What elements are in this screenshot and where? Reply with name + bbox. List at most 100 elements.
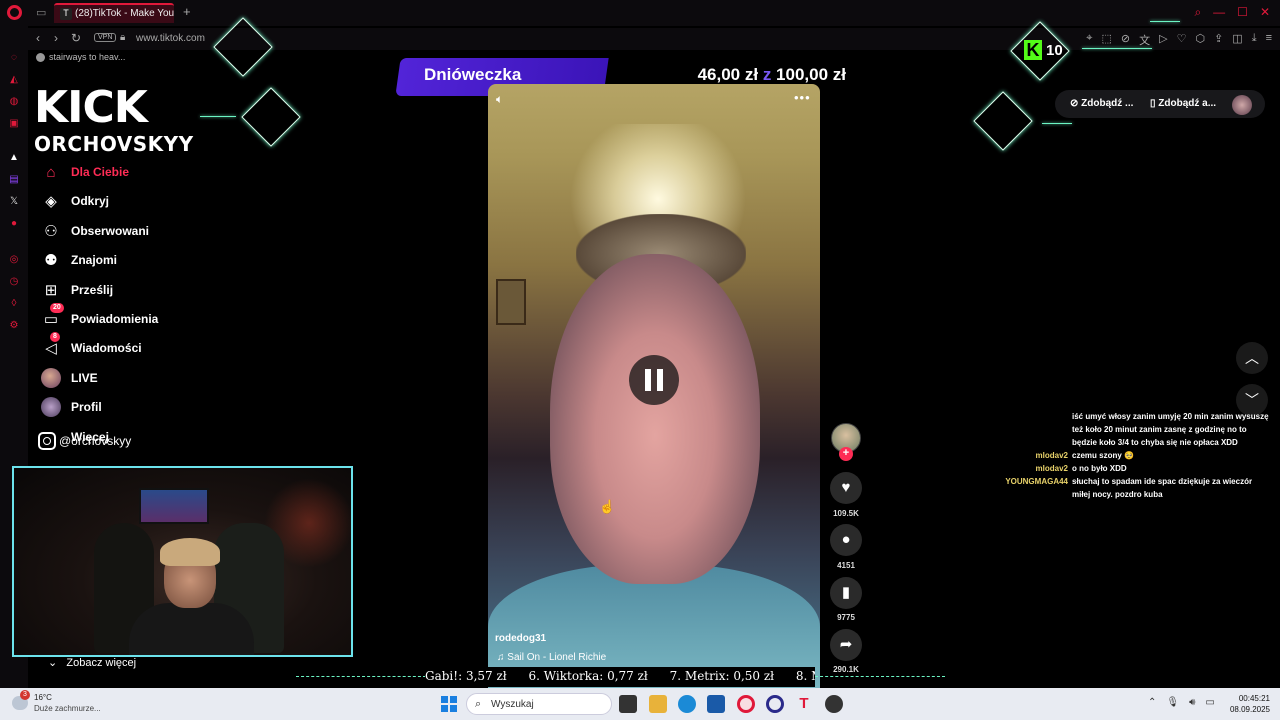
chat-text: czemu szony 🥺 [1072,451,1134,460]
extensions-icon[interactable]: ⬡ [1195,32,1205,48]
wallet-icon[interactable]: ◫ [1232,32,1242,48]
share-icon[interactable]: ⇪ [1214,32,1223,48]
edge-icon[interactable] [678,695,696,713]
more-options-icon[interactable]: ••• [794,90,811,105]
x-icon[interactable]: 𝕏 [8,196,20,208]
nav-upload[interactable]: ⊞ Prześlij [40,278,113,302]
microphone-icon[interactable]: 🎙︎ [1166,697,1179,708]
notifications-icon: ▭ 20 [40,303,64,330]
bookmark-icon: ▮ [841,584,851,601]
maximize-icon[interactable]: ☐ [1237,5,1248,20]
tab-tiktok[interactable]: T(28)TikTok - Make Your D [54,3,174,23]
overlay-glow-line [1082,48,1152,49]
taskbar-search[interactable]: ⌕ Wyszukaj [466,693,612,715]
kick-follower-badge: K 10 [1016,28,1074,76]
store-icon[interactable] [707,695,725,713]
search-icon: ⌕ [475,698,482,710]
friends-icon: ⚉ [44,252,58,269]
nav-notifications[interactable]: ▭ 20 Powiadomienia [40,303,158,331]
minimize-icon[interactable]: — [1213,5,1225,20]
task-view-icon[interactable] [619,695,637,713]
user-avatar[interactable] [1232,95,1252,115]
taskbar-clock[interactable]: 00:45:21 08.09.2025 [1228,693,1270,715]
pinboard-icon[interactable]: ◊ [8,298,20,310]
nav-profile[interactable]: Profil [40,395,102,419]
twitch-icon[interactable]: ▤ [8,174,20,186]
live-avatar-icon [40,367,62,389]
bag-icon[interactable]: ◭ [8,74,20,86]
nav-for-you[interactable]: ⌂ Dla Ciebie [40,160,129,184]
like-button[interactable]: ♥ [830,472,862,504]
nav-live[interactable]: LIVE [40,366,98,390]
download-icon[interactable]: ⤓ [1252,32,1257,48]
battery-icon[interactable]: ▭ [1205,697,1214,708]
music-icon[interactable]: ● [8,218,20,230]
new-tab-icon[interactable]: + [183,4,191,19]
share-button[interactable]: ➦ [830,629,862,661]
nav-following[interactable]: ⚇ Obserwowani [40,219,149,243]
search-placeholder: Wyszukaj [491,699,534,710]
history-icon[interactable]: ◷ [8,276,20,288]
play-icon[interactable]: ▷ [1159,32,1167,48]
settings-icon[interactable]: ⚙ [8,320,20,332]
chat-message: mlodav2 czemu szony 🥺 [1000,449,1270,462]
goal-current: 46,00 zł [697,65,759,84]
reload-icon[interactable]: ↻ [71,31,81,45]
close-icon[interactable]: ✕ [1260,5,1270,20]
pin-icon[interactable]: ⌖ [1086,32,1092,48]
lock-icon[interactable]: 🔒︎ [120,32,125,43]
pause-button[interactable] [629,355,679,405]
volume-tray-icon[interactable]: 🔊︎ [1189,697,1195,708]
monitor [139,488,209,524]
app-circle-icon[interactable] [766,695,784,713]
vpn-badge[interactable]: VPN [94,33,117,42]
opera-logo-icon[interactable] [7,5,22,20]
nav-friends[interactable]: ⚉ Znajomi [40,248,117,272]
get-app-chip[interactable]: ▯ Zdobądź a... [1140,92,1226,116]
adblock-icon[interactable]: ⊘ [1121,32,1130,48]
get-coins-chip[interactable]: ⊘ Zdobądź ... [1060,92,1143,116]
url-field[interactable]: www.tiktok.com [136,33,205,44]
mouse-cursor-icon: ☝ [599,499,616,514]
instagram-sidebar-icon[interactable]: ▣ [8,118,20,130]
easy-setup-icon[interactable]: ≡ [1266,32,1272,48]
nav-explore[interactable]: ◈ Odkryj [40,189,109,213]
arrow-sidebar-icon[interactable]: ▲ [8,152,20,164]
messenger-icon[interactable]: ◍ [8,96,20,108]
start-button[interactable] [441,696,457,712]
app-t-icon[interactable]: T [795,695,813,713]
volume-icon[interactable]: 🔈︎ [496,92,503,107]
file-explorer-icon[interactable] [649,695,667,713]
opera-gx-taskbar-icon[interactable] [737,695,755,713]
messages-icon: ◁ 8 [40,332,62,359]
webcam-overlay [12,466,353,657]
weather-temp: 16°C [34,693,52,702]
see-more-link[interactable]: ⌄ Zobacz więcej [48,656,136,669]
nav-label: Wiadomości [71,341,142,355]
comment-button[interactable]: ● [830,524,862,556]
player-icon[interactable]: ◎ [8,254,20,266]
tab-menu-icon[interactable]: ▭ [36,6,46,19]
search-tabs-icon[interactable]: ⌕ [1194,5,1201,20]
ticker-item: 7. Metrix: 0,50 zł [669,669,775,683]
notifications-badge: 20 [50,303,64,313]
aria-icon[interactable]: ◌ [8,52,20,64]
app-dark-icon[interactable] [825,695,843,713]
follow-plus-icon[interactable]: + [839,447,853,461]
window-controls: ⌕ — ☐ ✕ [1194,5,1270,20]
translate-icon[interactable]: 文 [1139,32,1150,48]
ticker-item: Gabi!: 3,57 zł [425,669,507,683]
save-button[interactable]: ▮ [830,577,862,609]
bookmark-item[interactable]: stairways to heav... [49,52,125,62]
back-icon[interactable]: ‹ [36,31,40,45]
like-count: 109.5K [833,509,859,518]
video-author[interactable]: rodedog31 [495,633,546,644]
heart-icon[interactable]: ♡ [1177,32,1187,48]
screenshot-icon[interactable]: ⬚ [1102,32,1112,48]
nav-messages[interactable]: ◁ 8 Wiadomości [40,332,142,360]
tray-chevron-icon[interactable]: ⌃ [1148,697,1156,708]
forward-icon[interactable]: › [54,31,58,45]
prev-video-button[interactable]: ︿ [1236,342,1268,374]
video-music[interactable]: ♫ Sail On - Lionel Richie [497,652,606,663]
share-arrow-icon: ➦ [839,636,853,653]
